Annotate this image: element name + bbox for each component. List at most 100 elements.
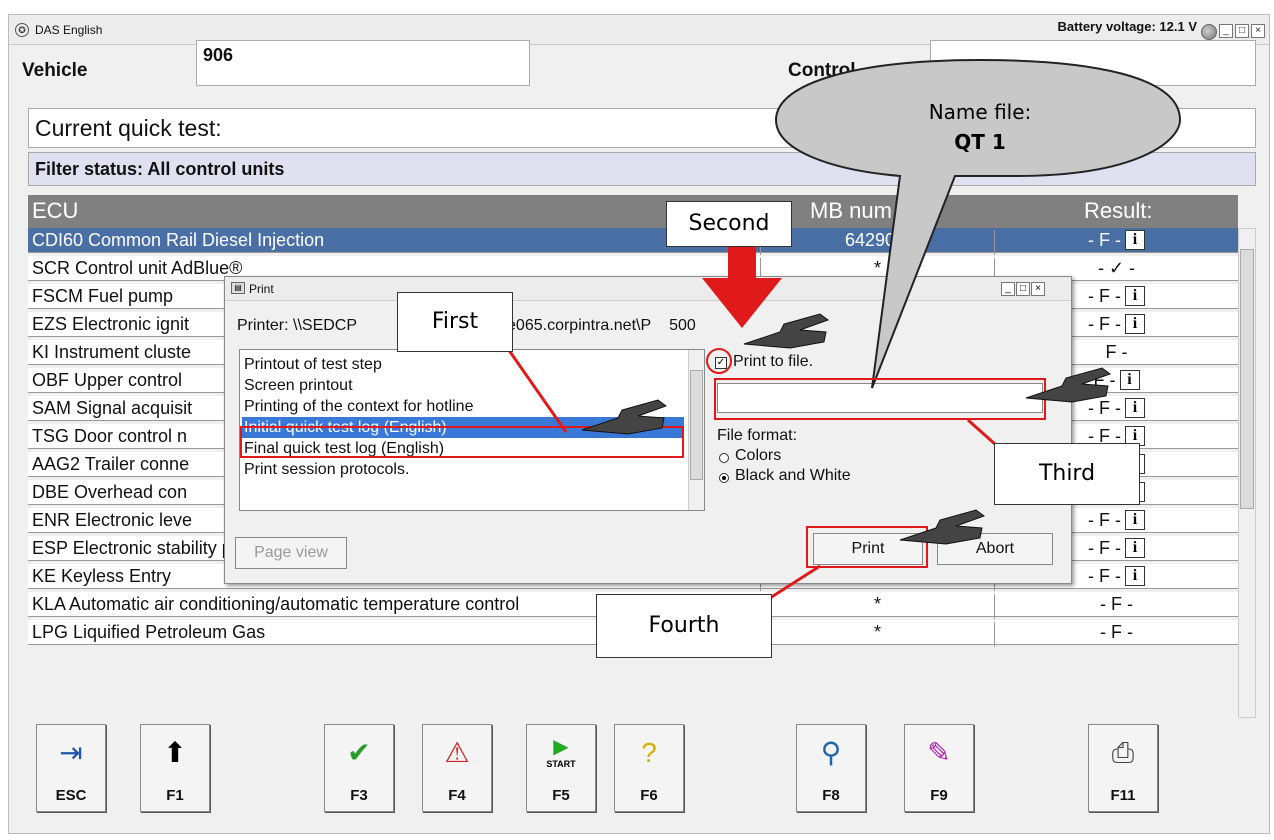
battery-voltage: Battery voltage: 12.1 V [1057,19,1197,34]
toolbar-button-f6[interactable]: ? F6 [614,724,684,812]
checkmark-icon: ✔ [347,737,371,768]
toolbar-label: F11 [1110,787,1136,804]
result-text: - F - [1088,566,1121,586]
battery-status-icon [1201,24,1217,40]
file-format-label: File format: [717,427,798,444]
ecu-name: FSCM Fuel pump [32,286,174,306]
toolbar-button-f5[interactable]: ▶ START F5 [526,724,596,812]
pointing-hand-icon [1025,367,1112,403]
printer-prefix: Printer: \\SEDCP [237,317,358,334]
ecu-name: KI Instrument cluste [32,342,192,362]
format-colors-label: Colors [735,447,782,464]
start-icon: ▶ START [543,735,579,771]
dialog-minimize-button[interactable]: _ [1001,282,1015,296]
format-colors-radio[interactable] [719,453,729,463]
toolbar-button-f1[interactable]: ⬆ F1 [140,724,210,812]
mb-number: * [760,622,994,647]
callout-first: First [397,292,513,352]
info-icon[interactable]: i [1125,538,1145,558]
format-bw-label: Black and White [735,467,851,484]
info-warning-icon: ⚠ [444,737,470,768]
ecu-name: OBF Upper control [32,370,183,390]
print-option[interactable]: Printout of test step [244,354,382,375]
maximize-button[interactable]: □ [1235,24,1249,38]
toolbar-label: F6 [640,787,658,804]
filter-status: Filter status: All control units [28,152,1256,186]
vehicle-field: 906 [196,40,530,86]
pointing-hand-icon [899,509,986,545]
info-icon[interactable]: i [1125,398,1145,418]
dialog-close-button[interactable]: × [1031,282,1045,296]
pointing-hand-icon [743,313,830,349]
ecu-name: CDI60 Common Rail Diesel Injection [32,230,325,250]
toolbar-button-esc[interactable]: ⇥ ESC [36,724,106,812]
result-cell: - F - [994,594,1238,619]
toolbar-button-f4[interactable]: ⚠ F4 [422,724,492,812]
info-icon[interactable]: i [1119,370,1140,390]
printer-suffix: 500 [669,317,696,334]
print-option[interactable]: Screen printout [244,375,353,396]
ecu-name: SAM Signal acquisit [32,398,193,418]
toolbar-button-f9[interactable]: ✎ F9 [904,724,974,812]
callout-second: Second [666,201,792,247]
pointing-hand-icon [581,399,668,435]
toolbar-label: F9 [930,787,948,804]
dialog-maximize-button[interactable]: □ [1016,282,1030,296]
result-text: - F - [1088,286,1121,306]
toolbar-label: F5 [552,787,570,804]
info-icon[interactable]: i [1125,566,1145,586]
print-option[interactable]: Print session protocols. [244,459,409,480]
column-ecu: ECU [32,198,79,223]
minimize-button[interactable]: _ [1219,24,1233,38]
toolbar-button-f3[interactable]: ✔ F3 [324,724,394,812]
mercedes-logo-icon: ✪ [15,23,29,37]
result-text: - F - [1100,594,1133,614]
ecu-name: LPG Liquified Petroleum Gas [32,622,266,642]
list-scrollbar[interactable] [688,350,704,510]
result-text: F - [1105,342,1128,362]
bubble-line-2: QT 1 [954,130,1006,154]
print-option[interactable]: Printing of the context for hotline [244,396,473,417]
printer-icon: ⎙ [1111,737,1135,768]
table-header: ECU MB num Result: [28,195,1238,228]
ecu-name: TSG Door control n [32,426,188,446]
toolbar-button-f8[interactable]: ⚲ F8 [796,724,866,812]
toolbar-button-f11[interactable]: ⎙ F11 [1088,724,1158,812]
close-button[interactable]: × [1251,24,1265,38]
dialog-window-controls: _ □ × [1001,282,1045,296]
toolbar-label: F3 [350,787,368,804]
page-view-button[interactable]: Page view [235,537,347,569]
highlight-checkbox [706,348,732,374]
ecu-name: KE Keyless Entry [32,566,172,586]
info-icon[interactable]: i [1125,510,1145,530]
control-field [930,40,1256,86]
info-icon[interactable]: i [1125,286,1145,306]
window-controls: _ □ × [1219,24,1265,38]
ecu-name: KLA Automatic air conditioning/automatic… [32,594,520,614]
bubble-line-1: Name file: [928,100,1032,124]
toolbar-label: F1 [166,787,184,804]
scrollbar-thumb[interactable] [1240,249,1254,509]
result-cell: - F -i [994,230,1238,255]
info-icon[interactable]: i [1125,314,1145,334]
result-text: - F - [1088,538,1121,558]
highlight-filename [714,378,1046,420]
print-to-file-label: Print to file. [733,353,814,370]
info-icon[interactable]: i [1125,230,1145,250]
toolbar-label: F8 [822,787,840,804]
result-text: - ✓ - [1097,258,1136,278]
table-scrollbar[interactable] [1238,228,1256,718]
column-result: Result: [1084,198,1153,223]
help-icon: ? [641,737,657,768]
ecu-name: ENR Electronic leve [32,510,193,530]
list-scrollbar-thumb[interactable] [690,370,703,480]
exit-door-icon: ⇥ [59,737,83,768]
vehicle-label: Vehicle [22,60,88,81]
ecu-name: DBE Overhead con [32,482,188,502]
column-mb-number: MB num [810,198,892,223]
table-row[interactable]: CDI60 Common Rail Diesel Injection 642901… [28,228,1238,255]
callout-third: Third [994,443,1140,505]
format-bw-radio[interactable] [719,473,729,483]
result-cell: - F - [994,622,1238,647]
magnifier-icon: ⚲ [820,737,842,768]
